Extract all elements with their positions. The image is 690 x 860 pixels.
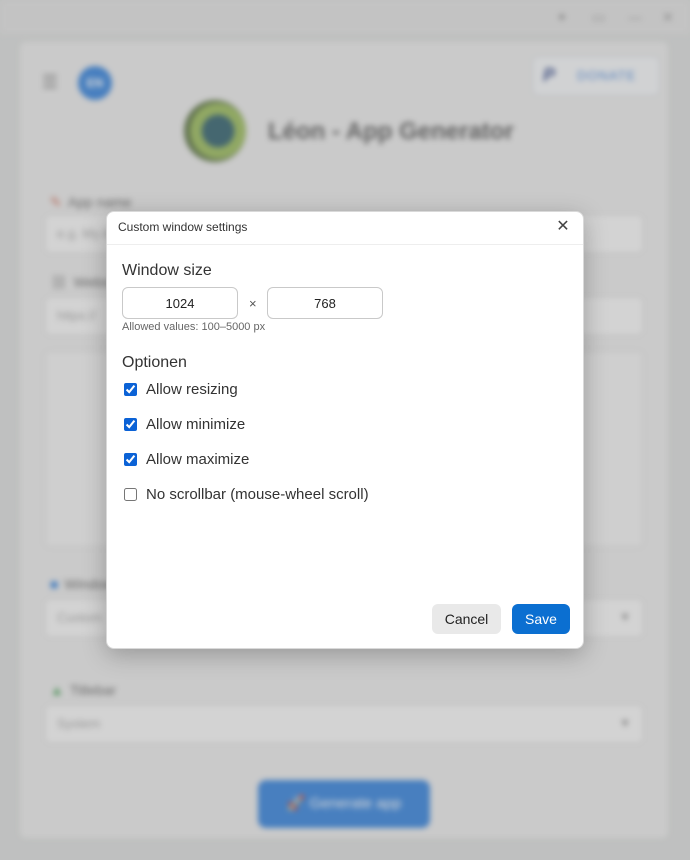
- custom-window-settings-dialog: Custom window settings ✕ Window size × A…: [106, 211, 584, 649]
- allowed-values-hint: Allowed values: 100–5000 px: [122, 321, 266, 333]
- window-size-heading: Window size: [122, 262, 212, 279]
- allow-minimize-checkbox[interactable]: [124, 418, 137, 431]
- allow-resizing-label[interactable]: Allow resizing: [146, 381, 238, 398]
- height-input[interactable]: [267, 287, 383, 319]
- times-symbol: ×: [249, 296, 257, 311]
- close-icon[interactable]: ✕: [553, 217, 573, 237]
- cancel-button[interactable]: Cancel: [432, 604, 501, 634]
- width-input[interactable]: [122, 287, 238, 319]
- no-scrollbar-checkbox[interactable]: [124, 488, 137, 501]
- dialog-header: Custom window settings ✕: [107, 212, 583, 245]
- allow-resizing-checkbox[interactable]: [124, 383, 137, 396]
- dialog-title: Custom window settings: [118, 220, 248, 234]
- allow-maximize-label[interactable]: Allow maximize: [146, 451, 249, 468]
- no-scrollbar-label[interactable]: No scrollbar (mouse-wheel scroll): [146, 486, 369, 503]
- save-button[interactable]: Save: [512, 604, 570, 634]
- options-heading: Optionen: [122, 354, 187, 371]
- allow-maximize-checkbox[interactable]: [124, 453, 137, 466]
- allow-minimize-label[interactable]: Allow minimize: [146, 416, 245, 433]
